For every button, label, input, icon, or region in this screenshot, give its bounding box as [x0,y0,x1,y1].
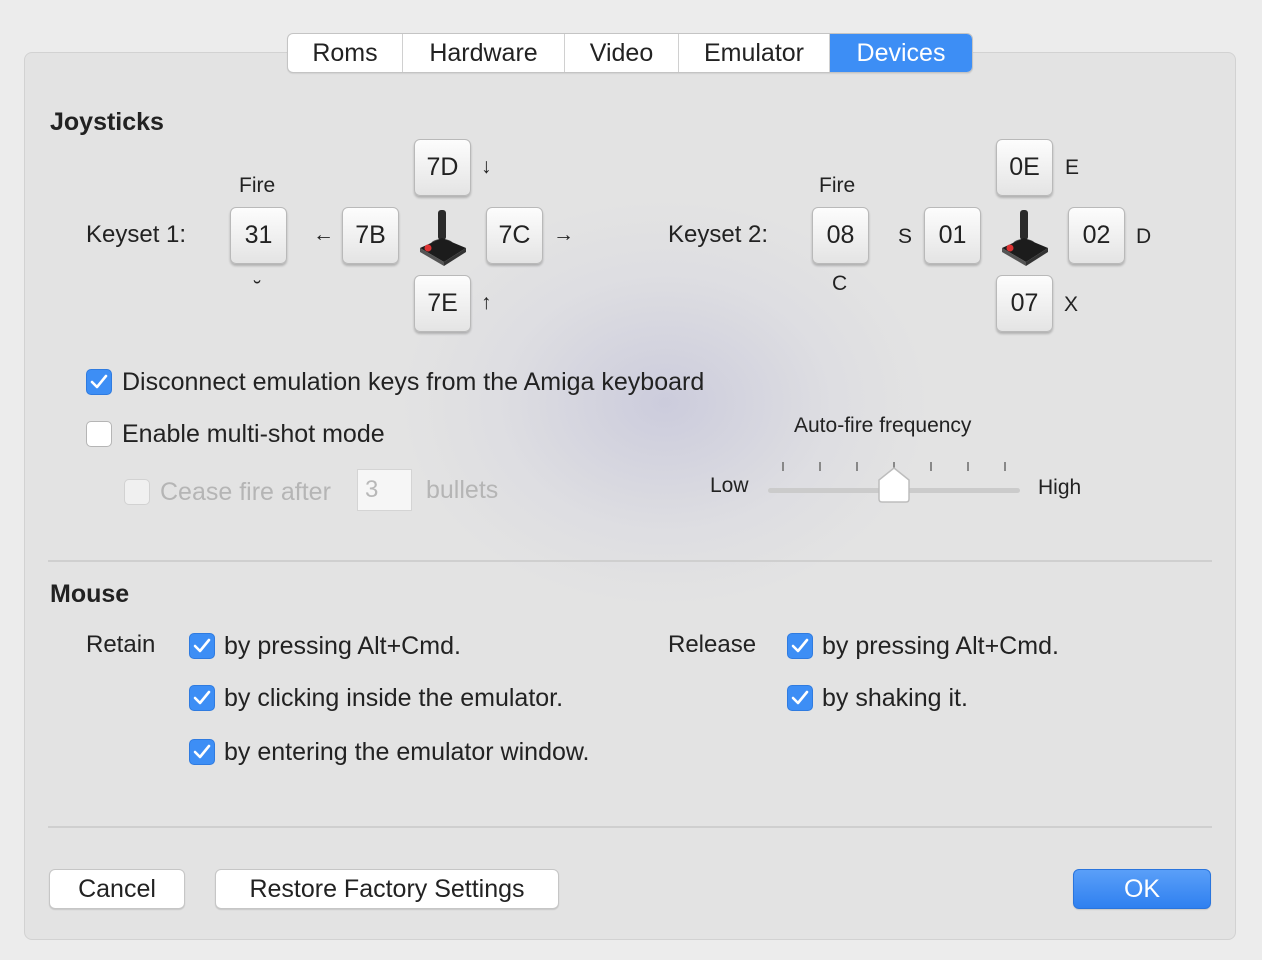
section-divider [48,826,1212,828]
joystick-icon [416,208,468,266]
keyset2-left-key[interactable]: 01 [924,207,981,264]
keyset1-fire-label: Fire [239,174,276,197]
disconnect-keys-checkbox[interactable] [86,369,112,395]
keyset2-up-char: E [1065,156,1080,179]
keyset1-fire-key[interactable]: 31 [230,207,287,264]
keyset2-up-key[interactable]: 0E [996,139,1053,196]
disconnect-keys-label: Disconnect emulation keys from the Amiga… [122,368,705,396]
keyset2-left-char: S [898,225,913,248]
section-divider [48,560,1212,562]
tab-roms[interactable]: Roms [288,34,403,72]
release-altcmd-checkbox[interactable] [787,633,813,659]
down-arrow-icon: ↓ [481,155,492,178]
tab-emulator[interactable]: Emulator [679,34,830,72]
retain-label: Retain [86,631,156,658]
checkmark-icon [791,690,809,705]
retain-altcmd-label: by pressing Alt+Cmd. [224,632,461,660]
slider-tick [819,462,821,471]
checkmark-icon [193,744,211,759]
slider-low-label: Low [710,474,749,497]
checkmark-icon [193,690,211,705]
joystick-icon [998,208,1050,266]
cease-fire-label: Cease fire after [160,478,331,506]
mouse-title: Mouse [50,580,130,608]
retain-altcmd-checkbox[interactable] [189,633,215,659]
tab-hardware[interactable]: Hardware [403,34,565,72]
slider-tick [856,462,858,471]
retain-enter-label: by entering the emulator window. [224,738,590,766]
slider-high-label: High [1038,476,1082,499]
autofire-slider-knob[interactable] [877,466,911,504]
keyset2-fire-label: Fire [819,174,856,197]
bullets-count-field[interactable]: 3 [357,469,412,511]
tab-bar: Roms Hardware Video Emulator Devices [287,33,973,73]
retain-enter-checkbox[interactable] [189,739,215,765]
tab-devices[interactable]: Devices [830,34,972,72]
retain-click-checkbox[interactable] [189,685,215,711]
keyset2-label: Keyset 2: [668,221,769,248]
keyset1-down-key[interactable]: 7E [414,275,471,332]
release-label: Release [668,631,757,658]
left-arrow-icon: ← [313,223,334,246]
keyset1-up-key[interactable]: 7D [414,139,471,196]
retain-click-label: by clicking inside the emulator. [224,684,564,712]
keyset2-fire-key[interactable]: 08 [812,207,869,264]
keyset1-label: Keyset 1: [86,221,187,248]
keyset1-left-key[interactable]: 7B [342,207,399,264]
keyset2-fire-char: C [832,272,848,295]
tab-video[interactable]: Video [565,34,679,72]
checkmark-icon [193,638,211,653]
slider-tick [1004,462,1006,471]
autofire-title: Auto-fire frequency [794,414,972,437]
multishot-label: Enable multi-shot mode [122,420,385,448]
slider-tick [930,462,932,471]
release-shake-label: by shaking it. [822,684,968,712]
release-shake-checkbox[interactable] [787,685,813,711]
keyset2-right-char: D [1136,225,1152,248]
cease-fire-checkbox[interactable] [124,479,150,505]
right-arrow-icon: → [553,223,574,246]
release-altcmd-label: by pressing Alt+Cmd. [822,632,1059,660]
multishot-checkbox[interactable] [86,421,112,447]
keyset1-fire-char: ˘ [254,278,261,301]
cancel-button[interactable]: Cancel [49,869,185,909]
keyset1-right-key[interactable]: 7C [486,207,543,264]
checkmark-icon [90,374,108,389]
restore-factory-settings-button[interactable]: Restore Factory Settings [215,869,559,909]
bullets-label: bullets [426,476,499,504]
slider-tick [782,462,784,471]
checkmark-icon [791,638,809,653]
slider-tick [967,462,969,471]
keyset2-down-char: X [1064,293,1079,316]
keyset2-right-key[interactable]: 02 [1068,207,1125,264]
ok-button[interactable]: OK [1073,869,1211,909]
up-arrow-icon: ↑ [481,291,492,314]
keyset2-down-key[interactable]: 07 [996,275,1053,332]
joysticks-title: Joysticks [50,108,164,136]
